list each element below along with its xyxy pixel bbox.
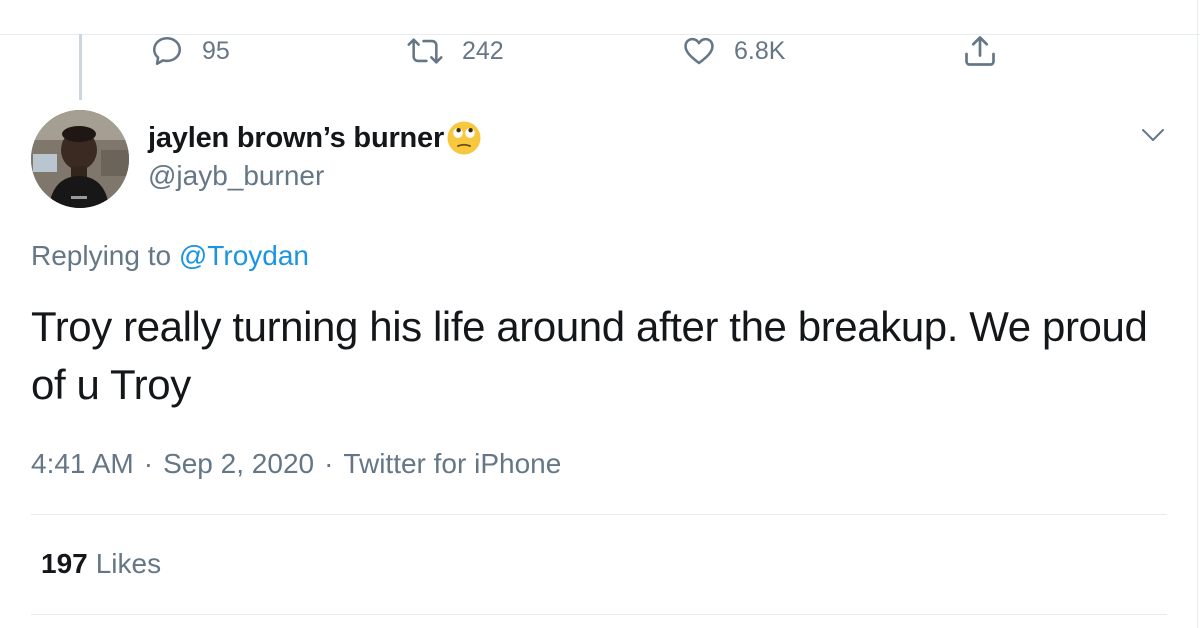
like-count: 6.8K [734,36,786,65]
rolling-eyes-emoji-icon [447,121,481,155]
reply-count: 95 [202,36,230,65]
tweet-date[interactable]: Sep 2, 2020 [163,448,314,479]
avatar-photo [31,110,129,208]
display-name[interactable]: jaylen brown’s burner [148,120,482,156]
avatar[interactable] [31,110,129,208]
heart-icon [684,37,714,65]
display-name-text: jaylen brown’s burner [148,121,445,154]
tweet-time[interactable]: 4:41 AM [31,448,134,479]
retweet-icon [407,38,443,64]
user-handle[interactable]: @jayb_burner [148,160,324,192]
tweet-detail-view: 95 242 6.8K jaylen brown’s burner @jayb_… [0,0,1200,628]
replying-to-mention-link[interactable]: @Troydan [179,240,309,271]
retweet-count: 242 [462,36,504,65]
tweet-metadata: 4:41 AM · Sep 2, 2020 · Twitter for iPhone [31,448,561,480]
meta-separator: · [324,448,334,479]
like-button[interactable]: 6.8K [682,32,785,70]
replying-to-line: Replying to @Troydan [31,240,309,272]
tweet-text: Troy really turning his life around afte… [31,303,1148,408]
meta-separator: · [143,448,154,479]
share-button[interactable] [962,32,998,70]
reply-icon [152,36,182,66]
likes-count: 197 [41,548,88,579]
tweet-source-link[interactable]: Twitter for iPhone [343,448,561,479]
share-icon [965,36,995,66]
retweet-button[interactable]: 242 [406,32,504,70]
right-divider [1197,0,1198,628]
thread-connector-line [79,34,82,100]
stats-top-divider [31,514,1167,515]
likes-label: Likes [95,548,162,579]
chevron-down-icon[interactable] [1140,124,1166,146]
stats-bottom-divider [31,614,1167,615]
likes-stat-link[interactable]: 197 Likes [41,548,161,580]
replying-prefix: Replying to [31,240,172,271]
reply-button[interactable]: 95 [150,32,230,70]
